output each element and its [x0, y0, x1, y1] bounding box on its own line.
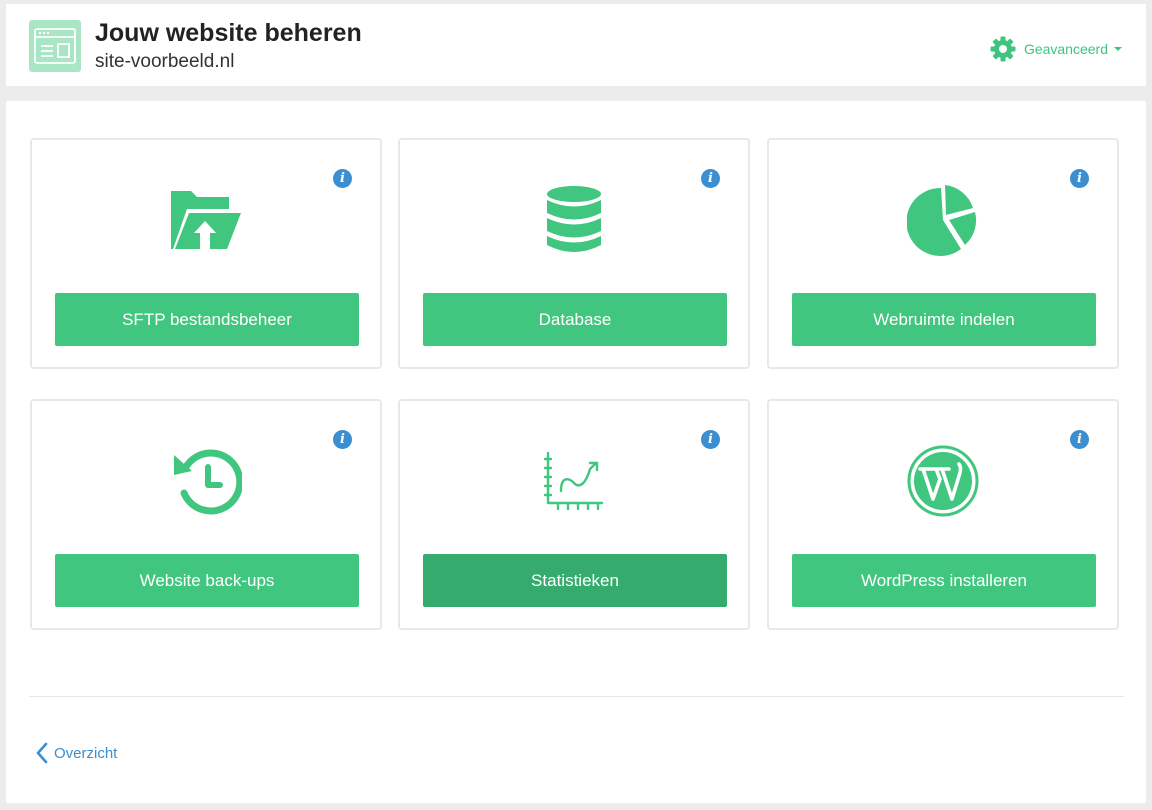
history-icon [32, 443, 380, 519]
sftp-button[interactable]: SFTP bestandsbeheer [55, 293, 359, 346]
chevron-left-icon [36, 742, 48, 764]
line-chart-icon [400, 443, 748, 519]
wordpress-icon [769, 443, 1117, 519]
back-label: Overzicht [54, 744, 118, 762]
divider [29, 696, 1124, 697]
header: Jouw website beheren site-voorbeeld.nl G… [6, 4, 1146, 86]
folder-upload-icon [32, 182, 380, 258]
card-backups: i Website back-ups [30, 399, 382, 630]
advanced-dropdown[interactable]: Geavanceerd [990, 36, 1122, 62]
gear-icon [990, 36, 1016, 62]
site-domain: site-voorbeeld.nl [95, 51, 235, 72]
main-panel: i SFTP bestandsbeheer i Database i Webru… [6, 101, 1146, 803]
page-title: Jouw website beheren [95, 19, 362, 47]
caret-down-icon [1114, 47, 1122, 51]
statistics-button[interactable]: Statistieken [423, 554, 727, 607]
card-statistics: i Statistieken [398, 399, 750, 630]
backups-button[interactable]: Website back-ups [55, 554, 359, 607]
wordpress-button[interactable]: WordPress installeren [792, 554, 1096, 607]
webspace-button[interactable]: Webruimte indelen [792, 293, 1096, 346]
pie-chart-icon [769, 182, 1117, 258]
database-icon [400, 182, 748, 258]
website-icon [29, 20, 81, 72]
card-sftp: i SFTP bestandsbeheer [30, 138, 382, 369]
advanced-label: Geavanceerd [1023, 41, 1108, 57]
database-button[interactable]: Database [423, 293, 727, 346]
card-wordpress: i WordPress installeren [767, 399, 1119, 630]
card-database: i Database [398, 138, 750, 369]
card-webspace: i Webruimte indelen [767, 138, 1119, 369]
back-link[interactable]: Overzicht [36, 742, 117, 764]
